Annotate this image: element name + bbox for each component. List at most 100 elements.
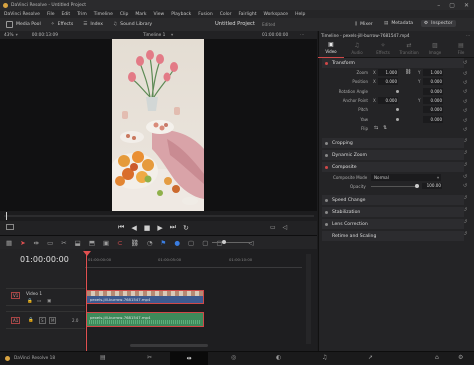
media-pool-button[interactable]: Media Pool — [6, 21, 41, 28]
go-to-end-icon[interactable]: ⏭ — [170, 223, 176, 232]
zoom-out-icon[interactable]: ▢ — [188, 239, 194, 247]
loop-icon[interactable]: ↻ — [183, 224, 189, 232]
speed-change-section-header[interactable]: Speed Change — [322, 195, 464, 205]
link-icon[interactable]: ⛓ — [405, 69, 411, 75]
track-lock-icon[interactable]: 🔒 — [28, 318, 34, 323]
cropping-section-header[interactable]: Cropping — [322, 138, 464, 148]
viewer-options-icon[interactable]: ⋯ — [300, 33, 304, 38]
transform-value-field[interactable]: 0.000 — [378, 78, 398, 86]
layout-icon[interactable]: ▦ — [6, 239, 12, 247]
playhead-marker[interactable] — [83, 251, 91, 256]
stabilization-section-header[interactable]: Stabilization — [322, 207, 464, 217]
go-to-start-icon[interactable]: ⏮ — [118, 223, 124, 232]
reset-icon[interactable]: ↺ — [463, 71, 467, 77]
transform-value-field[interactable]: 0.000 — [423, 78, 443, 86]
track-toggle-icon[interactable]: ▣ — [47, 299, 51, 304]
menu-item[interactable]: Fusion — [198, 12, 212, 17]
tab-video[interactable]: ▣ Video — [318, 39, 344, 58]
audio-icon[interactable]: ◁ — [283, 224, 288, 231]
timeline-playhead[interactable] — [86, 252, 87, 351]
viewer-playhead[interactable] — [6, 212, 7, 220]
menu-item[interactable]: View — [154, 12, 165, 17]
section-enabled-dot[interactable] — [325, 61, 328, 65]
transform-value-field[interactable]: 1.000 — [378, 69, 398, 76]
menu-item[interactable]: Help — [295, 12, 305, 17]
tab-transition[interactable]: ⇄ Transition — [396, 39, 422, 58]
opacity-slider-knob[interactable] — [415, 184, 419, 188]
timeline-zoom-slider[interactable] — [212, 242, 252, 243]
flip-horizontal-icon[interactable]: ⇆ — [374, 125, 378, 131]
retime-section-header[interactable]: Retime and Scaling — [322, 231, 464, 241]
value-slider-knob[interactable] — [396, 89, 399, 93]
timeline-scrollbar[interactable] — [130, 344, 208, 347]
timeline-dropdown-icon[interactable]: ▾ — [171, 33, 173, 38]
edit-page-icon[interactable]: ⇹ — [170, 352, 208, 365]
replace-clip-icon[interactable]: ▣ — [103, 239, 109, 247]
reset-icon[interactable]: ↺ — [463, 174, 467, 180]
menu-item[interactable]: Timeline — [94, 12, 113, 17]
link-icon[interactable]: ⛓ — [131, 239, 139, 247]
reset-icon[interactable]: ↺ — [463, 127, 467, 133]
lens-correction-section-header[interactable]: Lens Correction — [322, 219, 464, 229]
reset-icon[interactable]: ↺ — [463, 99, 467, 105]
timeline-zoom-knob[interactable] — [222, 240, 226, 244]
dynamic-zoom-section-header[interactable]: Dynamic Zoom — [322, 150, 464, 160]
metadata-button[interactable]: ▤ Metadata — [384, 21, 413, 26]
menu-item[interactable]: Edit — [61, 12, 70, 17]
tab-file[interactable]: ▤ File — [448, 39, 474, 58]
dynamic-trim-icon[interactable]: ▭ — [47, 239, 53, 247]
timeline-name[interactable]: Timeline 1 — [143, 33, 165, 38]
opacity-value[interactable]: 100.00 — [422, 183, 442, 189]
stop-icon[interactable]: ■ — [144, 224, 151, 232]
snapping-icon[interactable]: ⊂ — [117, 239, 122, 247]
transform-value-field[interactable]: 0.000 — [423, 106, 443, 114]
overwrite-clip-icon[interactable]: ⬒ — [89, 239, 95, 247]
composite-section-header[interactable]: Composite — [322, 162, 464, 172]
timeline-ruler[interactable] — [85, 254, 302, 268]
transform-value-field[interactable]: 0.000 — [423, 87, 443, 95]
reset-icon[interactable]: ↺ — [463, 89, 467, 95]
viewer-scrub-bar[interactable] — [4, 215, 314, 217]
track-lock-icon[interactable]: 🔒 — [27, 299, 33, 304]
menu-item[interactable]: Fairlight — [238, 12, 256, 17]
trim-tool-icon[interactable]: ⇹ — [34, 239, 39, 247]
tab-image[interactable]: ▨ Image — [422, 39, 448, 58]
menu-item[interactable]: Playback — [171, 12, 191, 17]
viewer-layout-icon[interactable] — [6, 224, 14, 230]
audio-clip[interactable]: pexels-jill-burrow-7681547.mp4 — [86, 312, 204, 327]
track-mute-icon[interactable]: M — [49, 317, 57, 324]
composite-mode-dropdown[interactable]: Normal ▾ — [371, 174, 441, 181]
fusion-page-icon[interactable]: ◎ — [231, 354, 236, 361]
menu-item[interactable]: Clip — [120, 12, 129, 17]
blade-tool-icon[interactable]: ✂ — [61, 239, 66, 247]
effects-button[interactable]: ✧ Effects — [51, 22, 73, 27]
transform-value-field[interactable]: 0.000 — [423, 96, 443, 104]
timeline-vscroll[interactable] — [306, 254, 311, 344]
insert-clip-icon[interactable]: ⬓ — [75, 239, 81, 247]
menu-item[interactable]: Trim — [77, 12, 87, 17]
reset-icon[interactable]: ↺ — [463, 108, 467, 114]
transform-value-field[interactable]: 0.000 — [378, 96, 398, 104]
reset-icon[interactable]: ↺ — [463, 118, 467, 124]
media-page-icon[interactable]: ▤ — [100, 354, 106, 361]
zoom-fit-icon[interactable]: ▢ — [202, 239, 208, 247]
transform-value-field[interactable]: 1.000 — [423, 69, 443, 76]
menu-item[interactable]: Color — [220, 12, 232, 17]
track-visibility-icon[interactable]: ▭ — [37, 299, 41, 304]
zoom-dropdown-icon[interactable]: ▾ — [16, 33, 18, 38]
flip-vertical-icon[interactable]: ⇅ — [383, 125, 387, 131]
selection-tool-icon[interactable]: ➤ — [20, 239, 25, 247]
value-slider-knob[interactable] — [396, 108, 399, 112]
index-button[interactable]: ☰ Index — [83, 22, 103, 27]
mixer-button[interactable]: ⫼ Mixer — [355, 21, 373, 28]
menu-item[interactable]: Workspace — [263, 12, 288, 17]
play-reverse-icon[interactable]: ◀ — [131, 224, 136, 232]
transform-value-field[interactable]: 0.000 — [423, 115, 443, 123]
fairlight-page-icon[interactable]: ♫ — [322, 354, 327, 361]
position-lock-icon[interactable]: ◔ — [147, 239, 153, 247]
project-manager-icon[interactable]: ⌂ — [435, 354, 439, 361]
opacity-slider-track[interactable] — [371, 186, 419, 187]
minimize-icon[interactable]: – — [437, 2, 440, 9]
video-frame[interactable] — [112, 39, 204, 211]
menu-item[interactable]: Mark — [135, 12, 146, 17]
